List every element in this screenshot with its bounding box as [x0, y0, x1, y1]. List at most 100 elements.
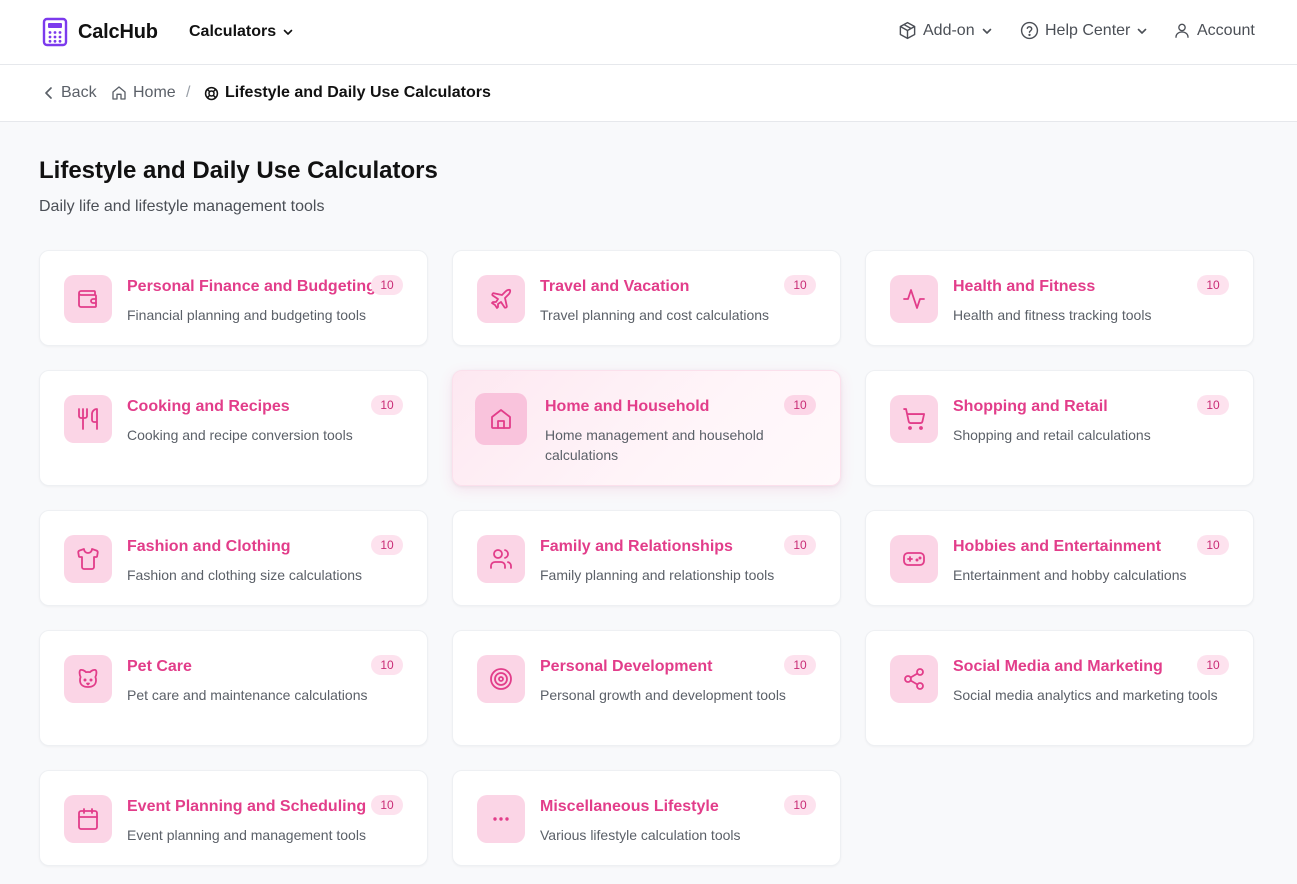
calculator-logo-icon — [42, 17, 68, 47]
category-description: Personal growth and development tools — [540, 687, 786, 703]
category-description: Fashion and clothing size calculations — [127, 567, 363, 583]
calculator-count-badge: 10 — [371, 655, 403, 675]
calculator-count-badge: 10 — [1197, 535, 1229, 555]
calculator-count-badge: 10 — [1197, 275, 1229, 295]
category-icon-box — [477, 535, 525, 583]
category-card-cooking[interactable]: Cooking and Recipes Cooking and recipe c… — [39, 370, 428, 486]
category-title: Travel and Vacation — [540, 278, 690, 295]
category-card-family[interactable]: Family and Relationships Family planning… — [452, 510, 841, 606]
category-icon-box — [890, 275, 938, 323]
chevron-down-icon — [982, 28, 991, 34]
category-title: Personal Development — [540, 658, 713, 675]
category-card-travel[interactable]: Travel and Vacation Travel planning and … — [452, 250, 841, 346]
category-card-health-fitness[interactable]: Health and Fitness Health and fitness tr… — [865, 250, 1254, 346]
category-card-social-media[interactable]: Social Media and Marketing Social media … — [865, 630, 1254, 746]
lifebuoy-icon — [204, 86, 219, 100]
category-title: Family and Relationships — [540, 538, 733, 555]
home-icon — [112, 86, 126, 100]
package-icon — [899, 21, 916, 40]
pet-icon — [78, 668, 98, 688]
addon-menu[interactable]: Add-on — [898, 21, 999, 40]
category-icon-box — [64, 535, 112, 583]
category-card-shopping[interactable]: Shopping and Retail Shopping and retail … — [865, 370, 1254, 486]
cart-icon — [903, 408, 925, 430]
category-title: Fashion and Clothing — [127, 538, 291, 555]
current-page-label: Lifestyle and Daily Use Calculators — [225, 84, 491, 101]
account-menu[interactable]: Account — [1173, 21, 1255, 40]
calculator-count-badge: 10 — [371, 395, 403, 415]
category-description: Family planning and relationship tools — [540, 567, 775, 583]
category-icon-box — [64, 275, 112, 323]
shirt-icon — [77, 548, 99, 570]
category-title: Miscellaneous Lifestyle — [540, 798, 719, 815]
home-label: Home — [133, 84, 176, 101]
category-description: Various lifestyle calculation tools — [540, 827, 741, 843]
category-icon-box — [477, 795, 525, 843]
category-icon-box — [890, 535, 938, 583]
category-title: Personal Finance and Budgeting — [127, 278, 376, 295]
category-title: Hobbies and Entertainment — [953, 538, 1162, 555]
calculator-count-badge: 10 — [371, 795, 403, 815]
calculator-count-badge: 10 — [784, 535, 816, 555]
calculator-count-badge: 10 — [371, 275, 403, 295]
category-description: Financial planning and budgeting tools — [127, 307, 366, 323]
plane-icon — [491, 288, 512, 309]
category-card-event-planning[interactable]: Event Planning and Scheduling Event plan… — [39, 770, 428, 866]
utensils-icon — [78, 408, 98, 430]
category-card-fashion[interactable]: Fashion and Clothing Fashion and clothin… — [39, 510, 428, 606]
calculator-count-badge: 10 — [371, 535, 403, 555]
category-title: Shopping and Retail — [953, 398, 1108, 415]
gamepad-icon — [903, 552, 925, 566]
calendar-icon — [78, 808, 98, 830]
addon-menu-label: Add-on — [923, 21, 975, 39]
category-description: Health and fitness tracking tools — [953, 307, 1152, 323]
calculator-count-badge: 10 — [1197, 395, 1229, 415]
calculator-count-badge: 10 — [784, 655, 816, 675]
calculator-count-badge: 10 — [1197, 655, 1229, 675]
brand-name: CalcHub — [78, 20, 158, 43]
category-description: Social media analytics and marketing too… — [953, 687, 1218, 703]
share-icon — [904, 668, 924, 690]
brand-logo[interactable]: CalcHub — [42, 17, 158, 47]
users-icon — [490, 549, 512, 569]
category-card-personal-finance[interactable]: Personal Finance and Budgeting Financial… — [39, 250, 428, 346]
category-icon-box — [890, 655, 938, 703]
more-horizontal-icon — [493, 817, 509, 821]
category-card-home-household[interactable]: Home and Household Home management and h… — [452, 370, 841, 486]
category-title: Event Planning and Scheduling — [127, 798, 367, 815]
page-subtitle: Daily life and lifestyle management tool… — [39, 198, 325, 215]
category-icon-box — [64, 795, 112, 843]
category-icon-box — [64, 655, 112, 703]
user-icon — [1175, 23, 1189, 38]
category-card-personal-development[interactable]: Personal Development Personal growth and… — [452, 630, 841, 746]
category-title: Home and Household — [545, 398, 710, 415]
breadcrumb-current: Lifestyle and Daily Use Calculators — [204, 84, 491, 102]
breadcrumb-home-link[interactable]: Home — [111, 84, 176, 102]
category-description: Entertainment and hobby calculations — [953, 567, 1187, 583]
breadcrumb: Back Home / Lifestyle and Daily Use Calc… — [0, 65, 1297, 122]
category-card-miscellaneous[interactable]: Miscellaneous Lifestyle Various lifestyl… — [452, 770, 841, 866]
page-title: Lifestyle and Daily Use Calculators — [39, 157, 438, 184]
category-card-pet-care[interactable]: Pet Care Pet care and maintenance calcul… — [39, 630, 428, 746]
help-center-menu[interactable]: Help Center — [1020, 21, 1154, 40]
calculators-menu[interactable]: Calculators — [189, 23, 294, 41]
wallet-icon — [78, 290, 97, 308]
activity-icon — [903, 289, 925, 309]
top-navbar: CalcHub Calculators Add-on Help Center A… — [0, 0, 1297, 65]
chevron-down-icon — [1138, 28, 1147, 34]
category-icon-box — [477, 275, 525, 323]
category-icon-box — [890, 395, 938, 443]
category-title: Social Media and Marketing — [953, 658, 1163, 675]
category-card-hobbies[interactable]: Hobbies and Entertainment Entertainment … — [865, 510, 1254, 606]
chevron-left-icon — [45, 87, 52, 99]
category-title: Pet Care — [127, 658, 192, 675]
category-icon-box — [64, 395, 112, 443]
category-description: Pet care and maintenance calculations — [127, 687, 368, 703]
calculator-count-badge: 10 — [784, 795, 816, 815]
category-description: Cooking and recipe conversion tools — [127, 427, 353, 443]
back-label: Back — [61, 84, 97, 101]
calculator-count-badge: 10 — [784, 275, 816, 295]
help-center-label: Help Center — [1045, 21, 1131, 39]
calculators-menu-label: Calculators — [189, 23, 277, 40]
back-button[interactable]: Back — [43, 84, 97, 102]
